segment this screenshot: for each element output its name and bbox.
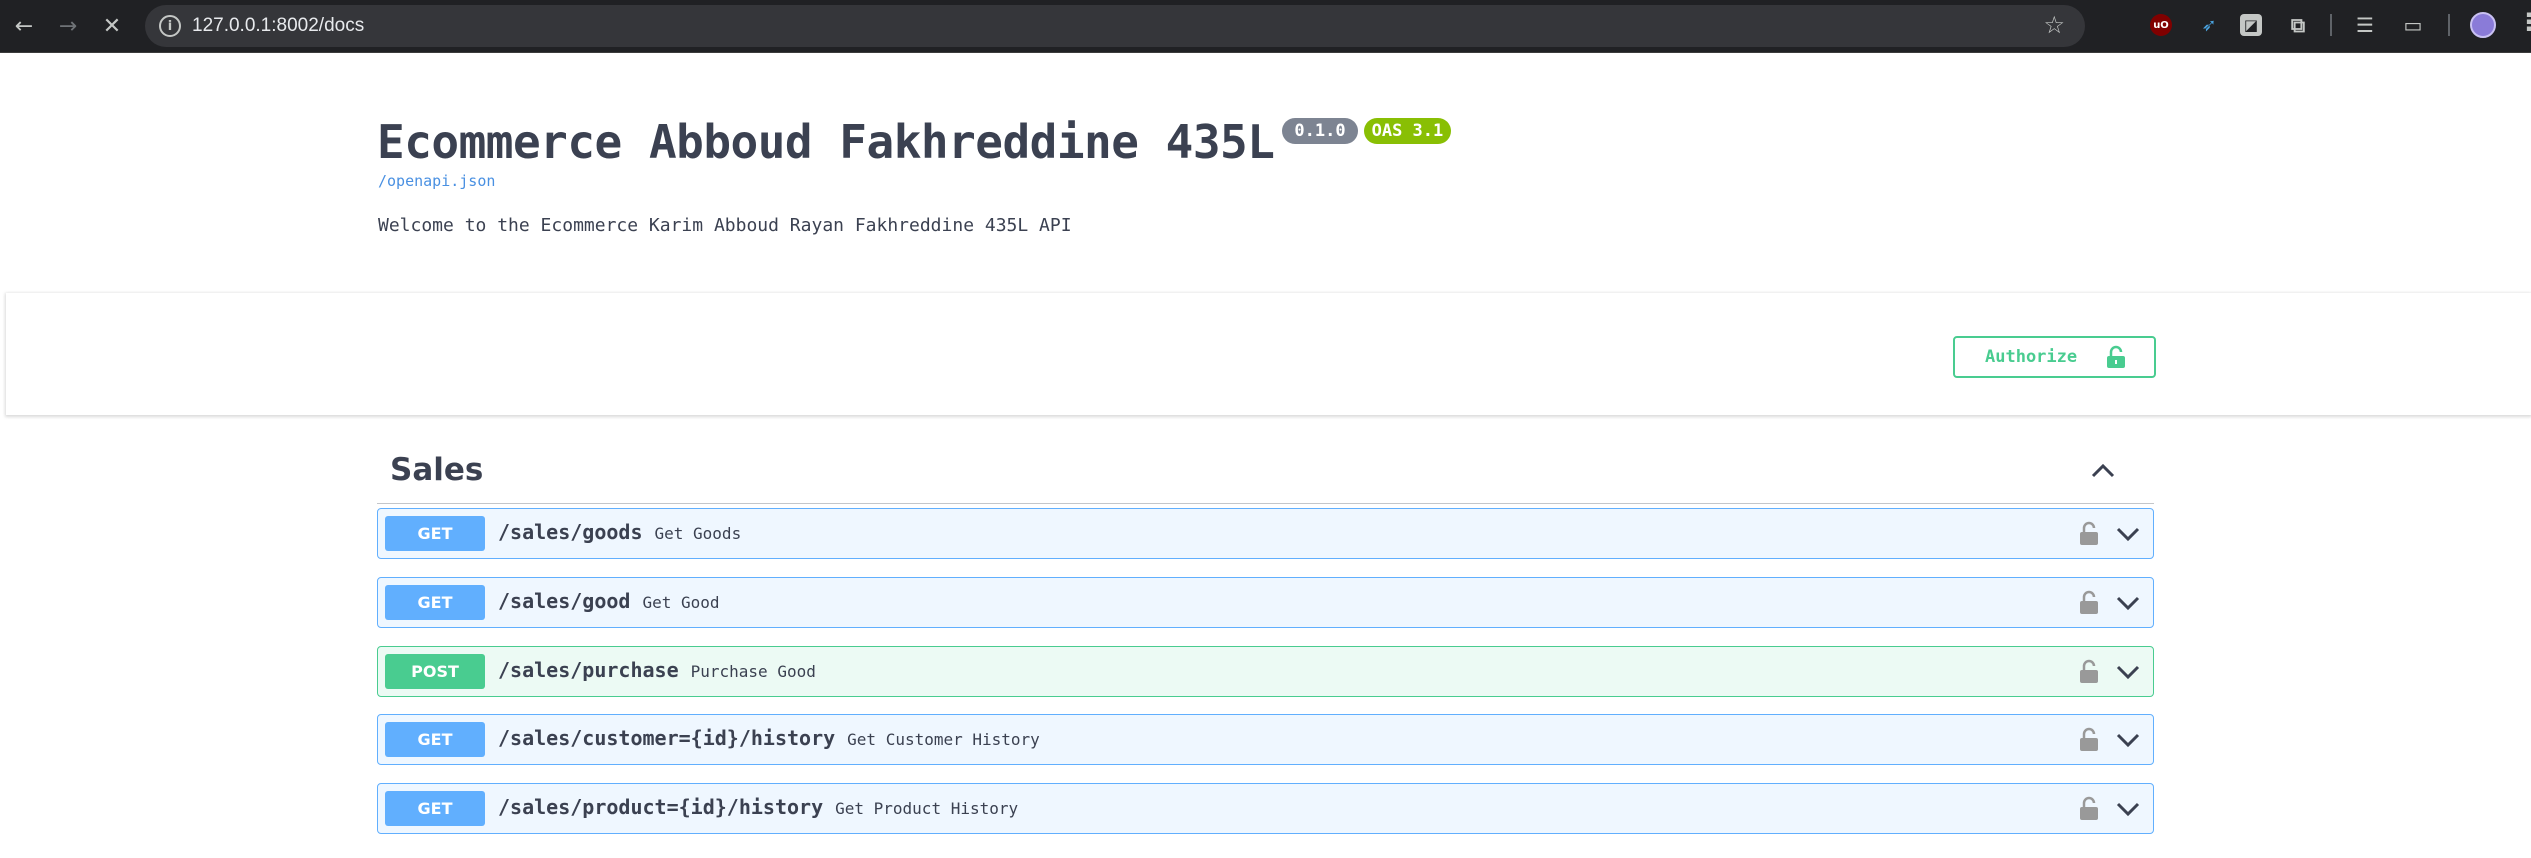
operation-summary: Get Product History (835, 799, 1019, 818)
openapi-json-link[interactable]: /openapi.json (378, 172, 495, 190)
site-info-icon[interactable]: i (159, 15, 181, 37)
operation-path: /sales/product={id}/history Get Product H… (498, 795, 1019, 819)
method-badge: GET (385, 516, 485, 551)
reader-mode-icon[interactable]: ▭ (2400, 12, 2426, 38)
opblock-get-sales-good[interactable]: GET /sales/good Get Good (377, 577, 2154, 628)
chevron-down-icon[interactable] (2115, 659, 2141, 685)
operation-summary: Get Customer History (847, 730, 1040, 749)
method-badge: POST (385, 654, 485, 689)
operation-summary: Purchase Good (690, 662, 816, 681)
lock-icon[interactable] (2079, 520, 2099, 546)
bird-extension-icon[interactable]: ➶ (2196, 12, 2222, 38)
version-badge: 0.1.0 (1282, 118, 1358, 144)
operation-path: /sales/good Get Good (498, 589, 720, 613)
operation-path: /sales/purchase Purchase Good (498, 658, 816, 682)
extensions-puzzle-icon[interactable]: ⧉ (2285, 12, 2311, 38)
opblock-get-customer-history[interactable]: GET /sales/customer={id}/history Get Cust… (377, 714, 2154, 765)
chevron-up-icon[interactable] (2088, 456, 2118, 486)
oas-badge: OAS 3.1 (1363, 118, 1452, 144)
lock-icon[interactable] (2079, 795, 2099, 821)
address-bar[interactable]: i 127.0.0.1:8002/docs ☆ (145, 5, 2085, 47)
chevron-down-icon[interactable] (2115, 590, 2141, 616)
authorize-button[interactable]: Authorize (1953, 336, 2156, 378)
stop-loading-icon[interactable]: ✕ (96, 10, 128, 42)
authorize-label: Authorize (1985, 347, 2078, 367)
api-title-block: Ecommerce Abboud Fakhreddine 435L 0.1.0 … (377, 110, 1452, 174)
lock-icon[interactable] (2079, 589, 2099, 615)
tag-title: Sales (390, 452, 484, 488)
ublock-extension-icon[interactable]: uO (2150, 14, 2172, 36)
api-title: Ecommerce Abboud Fakhreddine 435L (377, 115, 1275, 169)
profile-avatar[interactable] (2470, 12, 2496, 38)
method-badge: GET (385, 585, 485, 620)
forward-arrow-icon[interactable]: → (52, 10, 84, 42)
bookmark-star-icon[interactable]: ☆ (2043, 11, 2065, 39)
api-description: Welcome to the Ecommerce Karim Abboud Ra… (378, 215, 1072, 236)
method-badge: GET (385, 722, 485, 757)
method-badge: GET (385, 791, 485, 826)
opblock-post-sales-purchase[interactable]: POST /sales/purchase Purchase Good (377, 646, 2154, 697)
reading-list-icon[interactable]: ☰ (2352, 12, 2378, 38)
toolbar-divider (2448, 14, 2450, 36)
browser-toolbar: ← → ✕ i 127.0.0.1:8002/docs ☆ uO ➶ ◪ ⧉ ☰… (0, 0, 2531, 53)
sheet-extension-icon[interactable]: ◪ (2240, 14, 2262, 36)
opblock-get-product-history[interactable]: GET /sales/product={id}/history Get Produ… (377, 783, 2154, 834)
chevron-down-icon[interactable] (2115, 727, 2141, 753)
unlocked-icon (2107, 345, 2125, 368)
opblock-get-sales-goods[interactable]: GET /sales/goods Get Goods (377, 508, 2154, 559)
menu-dots-icon[interactable]: ⋮ (2517, 8, 2531, 36)
lock-icon[interactable] (2079, 726, 2099, 752)
back-arrow-icon[interactable]: ← (8, 10, 40, 42)
chevron-down-icon[interactable] (2115, 796, 2141, 822)
scheme-container: Authorize (6, 293, 2531, 415)
tag-header-sales[interactable]: Sales (377, 448, 2154, 504)
toolbar-divider (2330, 14, 2332, 36)
lock-icon[interactable] (2079, 658, 2099, 684)
url-text[interactable]: 127.0.0.1:8002/docs (192, 15, 364, 37)
chevron-down-icon[interactable] (2115, 521, 2141, 547)
operation-summary: Get Good (642, 593, 720, 612)
operation-summary: Get Goods (654, 524, 742, 543)
operation-path: /sales/goods Get Goods (498, 520, 742, 544)
operation-path: /sales/customer={id}/history Get Customer… (498, 726, 1040, 750)
